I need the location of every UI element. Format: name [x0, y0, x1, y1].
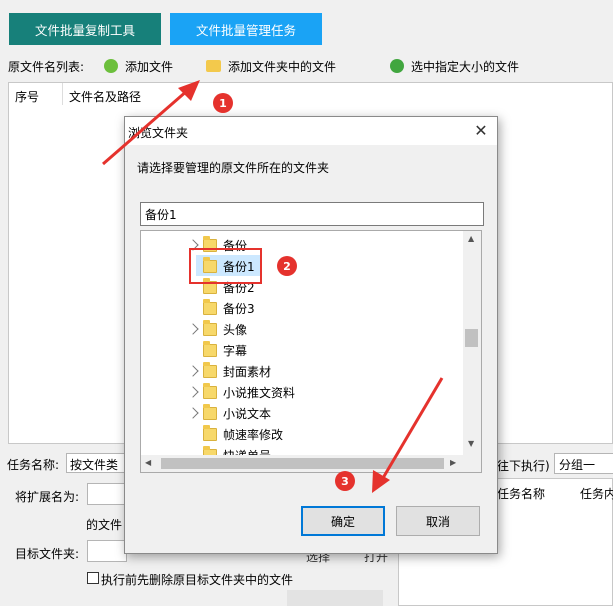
annotation-arrows: [102, 80, 444, 493]
arrow-1: [102, 80, 200, 166]
arrow-3: [372, 377, 444, 493]
